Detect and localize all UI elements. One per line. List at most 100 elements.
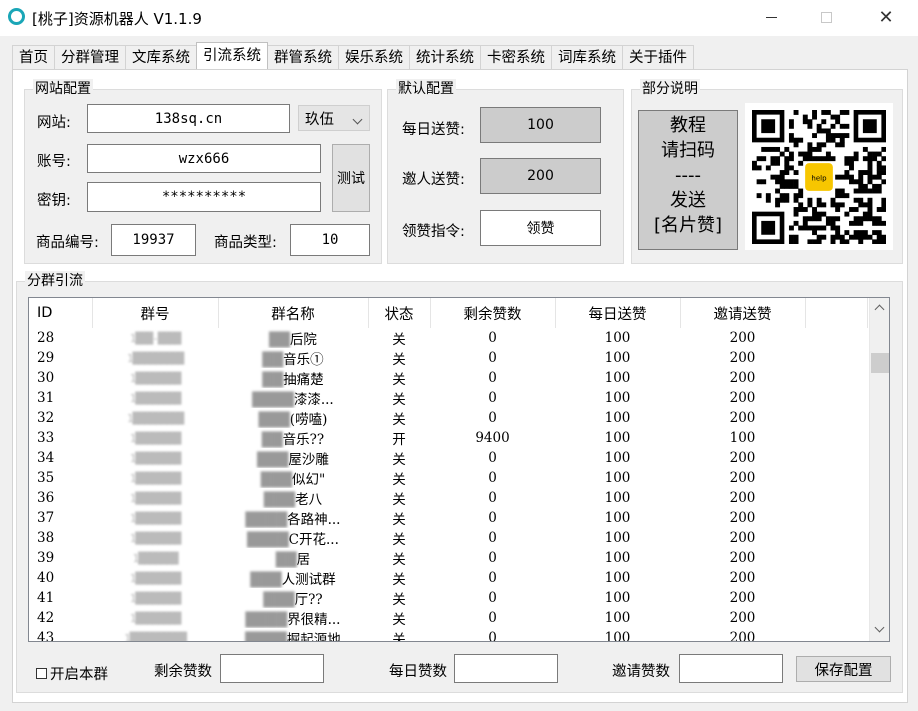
tutorial-line: 发送	[670, 190, 706, 211]
table-row[interactable]: 37 1████████ ████各路神... 关 0 100 200	[29, 508, 867, 528]
table-row[interactable]: 33 1████████ ██音乐?? 开 9400 100 100	[29, 428, 867, 448]
table-row[interactable]: 35 1████████ ███似幻" 关 0 100 200	[29, 468, 867, 488]
tab-7[interactable]: 卡密系统	[480, 45, 552, 69]
invite-likes-input[interactable]	[679, 654, 783, 683]
column-header[interactable]: 群名称	[218, 298, 369, 328]
table-row[interactable]: 40 1████████ ███人测试群 关 0 100 200	[29, 568, 867, 588]
row-daily: 100	[555, 608, 680, 628]
row-group-number-text: 1████████	[129, 532, 182, 545]
row-daily-text: 100	[604, 530, 631, 546]
tab-8[interactable]: 词库系统	[551, 45, 623, 69]
tab-2[interactable]: 文库系统	[125, 45, 197, 69]
table-row[interactable]: 30 1████████ ██抽痛楚 关 0 100 200	[29, 368, 867, 388]
row-group-name: ████界很精...	[218, 608, 368, 628]
tab-0[interactable]: 首页	[12, 45, 55, 69]
row-invite-text: 200	[729, 450, 756, 466]
row-daily-text: 100	[604, 410, 631, 426]
tab-1[interactable]: 分群管理	[54, 45, 126, 69]
row-filler	[805, 608, 867, 628]
scroll-up-icon[interactable]	[874, 304, 885, 315]
row-id: 35	[29, 468, 92, 488]
table-row[interactable]: 36 1████████ ███老八 关 0 100 200	[29, 488, 867, 508]
row-group-name-redacted: ████	[252, 392, 294, 408]
table-row[interactable]: 29 1█████████ ██音乐① 关 0 100 200	[29, 348, 867, 368]
product-type-input[interactable]: 10	[290, 224, 370, 256]
account-input[interactable]: wzx666	[87, 144, 321, 173]
close-button[interactable]: ✕	[860, 0, 912, 34]
tutorial-line: 教程	[670, 115, 706, 136]
product-no-input[interactable]: 19937	[111, 224, 196, 256]
row-remaining-text: 0	[488, 350, 497, 366]
save-config-button[interactable]: 保存配置	[796, 656, 891, 682]
column-header[interactable]: 邀请送赞	[680, 298, 806, 328]
row-invite-text: 200	[729, 350, 756, 366]
tab-4[interactable]: 群管系统	[267, 45, 339, 69]
row-status-text: 关	[392, 392, 406, 408]
daily-likes-input[interactable]	[454, 654, 558, 683]
column-header[interactable]: 状态	[368, 298, 431, 328]
row-group-name-redacted: ████	[245, 512, 288, 528]
secret-input[interactable]: **********	[87, 182, 321, 212]
daily-like-input[interactable]: 100	[480, 107, 601, 143]
vertical-scrollbar[interactable]	[869, 298, 889, 641]
row-remaining-text: 0	[488, 410, 497, 426]
row-group-name-text: 掘起源地	[286, 632, 341, 642]
tab-6[interactable]: 统计系统	[409, 45, 481, 69]
row-status: 关	[368, 508, 430, 528]
tab-9[interactable]: 关于插件	[622, 45, 694, 69]
row-daily-text: 100	[604, 610, 631, 626]
maximize-button[interactable]	[800, 0, 852, 34]
row-invite: 200	[680, 528, 805, 548]
group-list[interactable]: ID 群号 群名称 状态 剩余赞数 每日送赞 邀请送赞 28 1███-████ ██后院关 0 1…	[28, 297, 890, 642]
site-select[interactable]: 玖伍	[298, 105, 370, 131]
table-row[interactable]: 34 1████████ ███屋沙雕 关 0 100 200	[29, 448, 867, 468]
row-id-text: 41	[37, 590, 55, 606]
row-daily-text: 100	[604, 490, 631, 506]
row-status: 关	[368, 568, 430, 588]
row-id: 41	[29, 588, 92, 608]
tab-3[interactable]: 引流系统	[196, 42, 268, 69]
row-group-name: ██音乐①	[218, 348, 368, 368]
table-row[interactable]: 43 1██████████ ████掘起源地 关 0 100 200	[29, 628, 867, 642]
table-row[interactable]: 28 1███-████ ██后院 关 0 100 200	[29, 328, 867, 348]
column-header[interactable]: 群号	[92, 298, 219, 328]
row-id: 36	[29, 488, 92, 508]
site-select-value: 玖伍	[305, 111, 334, 128]
row-filler	[805, 388, 867, 408]
row-remaining-text: 0	[488, 470, 497, 486]
table-row[interactable]: 41 1████████ ███厅?? 关 0 100 200	[29, 588, 867, 608]
row-group-name: ██后院	[218, 328, 368, 348]
scroll-thumb[interactable]	[871, 353, 889, 373]
table-row[interactable]: 31 1████████ ████漆漆... 关 0 100 200	[29, 388, 867, 408]
tab-5[interactable]: 娱乐系统	[338, 45, 410, 69]
column-header[interactable]: 剩余赞数	[430, 298, 556, 328]
website-input[interactable]: 138sq.cn	[87, 104, 290, 133]
row-group-name: ████各路神...	[218, 508, 368, 528]
scroll-down-icon[interactable]	[874, 622, 885, 633]
row-invite: 200	[680, 468, 805, 488]
column-header[interactable]: 每日送赞	[555, 298, 681, 328]
table-row[interactable]: 32 1█████████ ███(唠嗑) 关 0 100 200	[29, 408, 867, 428]
test-button[interactable]: 测试	[332, 144, 370, 212]
row-group-name-redacted: ███	[263, 592, 295, 608]
remaining-likes-input[interactable]	[220, 654, 324, 683]
invite-like-input[interactable]: 200	[480, 158, 601, 194]
row-filler	[805, 428, 867, 448]
row-status-text: 关	[392, 592, 406, 608]
table-row[interactable]: 39 1███████ ██居 关 0 100 200	[29, 548, 867, 568]
table-row[interactable]: 38 1████████ ████C开花... 关 0 100 200	[29, 528, 867, 548]
row-invite-text: 200	[729, 390, 756, 406]
claim-command-input[interactable]: 领赞	[480, 210, 601, 246]
row-remaining: 0	[430, 628, 555, 641]
row-group-name-redacted: ██	[275, 552, 297, 568]
minimize-button[interactable]	[745, 0, 797, 34]
row-group-number-text: 1█████████	[126, 412, 184, 425]
row-invite: 200	[680, 608, 805, 628]
table-row[interactable]: 42 1████████ ████界很精... 关 0 100 200	[29, 608, 867, 628]
row-group-number-text: 1███-████	[129, 332, 182, 345]
row-remaining-text: 0	[488, 490, 497, 506]
enable-group-checkbox[interactable]: 开启本群	[36, 663, 108, 684]
row-group-name: ███屋沙雕	[218, 448, 368, 468]
row-remaining: 0	[430, 368, 555, 388]
column-header[interactable]: ID	[29, 298, 93, 328]
